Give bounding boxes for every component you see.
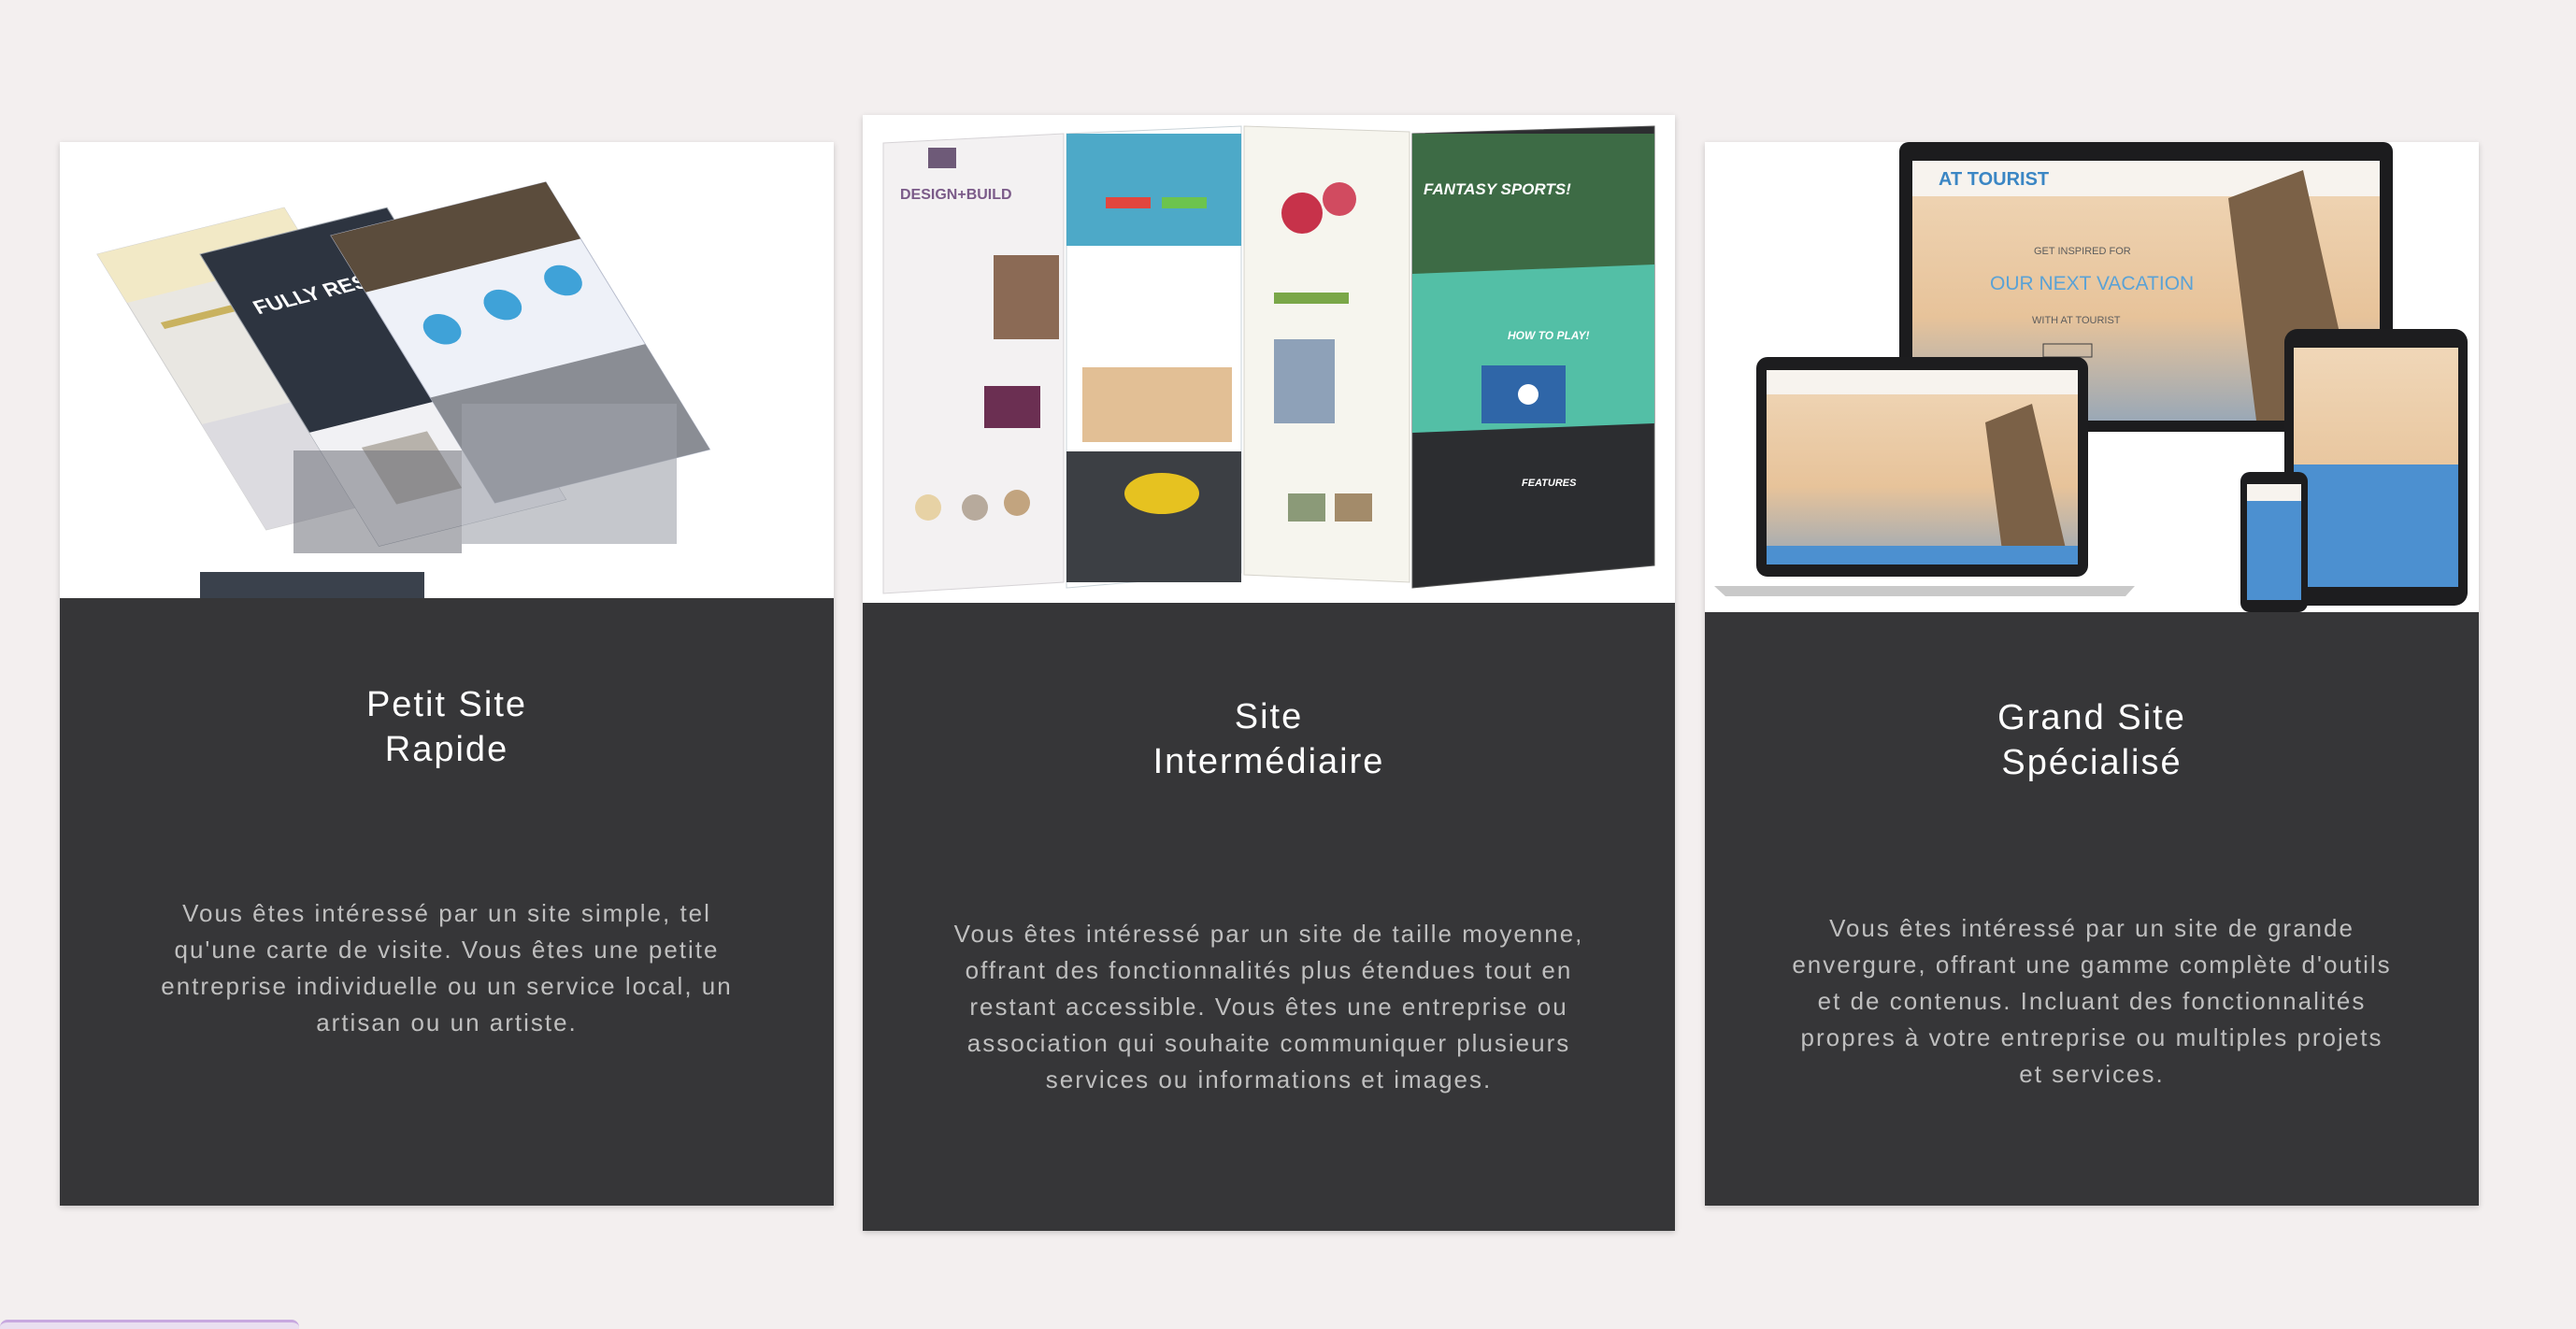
card3-mockup-sub: WITH AT TOURIST xyxy=(2032,315,2121,326)
card-title-line1: Petit Site xyxy=(365,685,528,724)
card-title: Site Intermédiaire xyxy=(863,694,1675,784)
bottom-edge-tab[interactable] xyxy=(0,1320,299,1329)
card-title: Grand Site Spécialisé xyxy=(1705,695,2479,785)
offer-card-small-site[interactable]: FULLY RESPONSIVE Petit Site Rapide Vous … xyxy=(60,142,834,1206)
card-title-line2: Rapide xyxy=(384,730,509,769)
card-image-website-mockups: FULLY RESPONSIVE xyxy=(60,142,834,598)
offer-card-large-site[interactable]: AT TOURIST GET INSPIRED FOR OUR NEXT VAC… xyxy=(1705,142,2479,1206)
card-description: Vous êtes intéressé par un site de taill… xyxy=(953,920,1584,1093)
card3-mockup-headline: OUR NEXT VACATION xyxy=(1990,273,2194,294)
card-description: Vous êtes intéressé par un site de grand… xyxy=(1792,914,2392,1088)
card3-mockup-tagline: GET INSPIRED FOR xyxy=(2034,246,2131,257)
card-title-line2: Spécialisé xyxy=(2001,743,2182,782)
card2-mockup-brand: DESIGN+BUILD xyxy=(900,187,1012,203)
website-mockups-illustration: FULLY RESPONSIVE xyxy=(60,142,834,598)
card2-mockup-features: FEATURES xyxy=(1522,478,1577,489)
card2-mockup-howto: HOW TO PLAY! xyxy=(1508,329,1590,342)
card-description: Vous êtes intéressé par un site simple, … xyxy=(161,899,733,1036)
card2-mockup-sports: FANTASY SPORTS! xyxy=(1424,180,1571,198)
card-image-responsive-devices: AT TOURIST GET INSPIRED FOR OUR NEXT VAC… xyxy=(1705,142,2479,612)
card-title-line2: Intermédiaire xyxy=(1152,742,1385,781)
card-title-line1: Grand Site xyxy=(1997,698,2186,737)
offer-card-intermediate-site[interactable]: DESIGN+BUILD FANTASY SPORTS! HOW TO PLAY… xyxy=(863,115,1675,1231)
card-title-line1: Site xyxy=(1234,697,1304,736)
card3-mockup-brand: AT TOURIST xyxy=(1939,169,2049,190)
card-image-website-panels: DESIGN+BUILD FANTASY SPORTS! HOW TO PLAY… xyxy=(863,115,1675,603)
responsive-devices-illustration: AT TOURIST GET INSPIRED FOR OUR NEXT VAC… xyxy=(1705,142,2479,612)
website-panels-illustration: DESIGN+BUILD FANTASY SPORTS! HOW TO PLAY… xyxy=(863,115,1675,603)
card-title: Petit Site Rapide xyxy=(60,682,834,772)
